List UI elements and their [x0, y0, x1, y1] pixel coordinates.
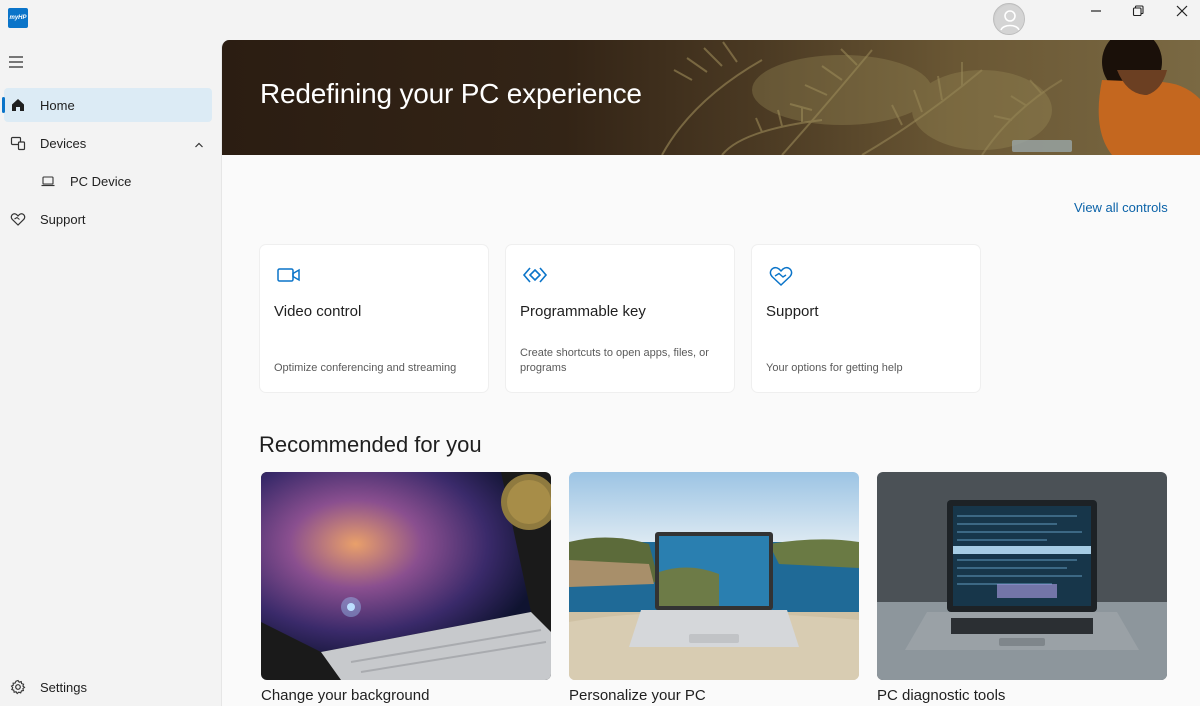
recommended-heading: Recommended for you [259, 432, 482, 457]
recommended-card-background[interactable]: Change your background [261, 472, 551, 706]
recommended-card-diagnostics[interactable]: PC diagnostic tools [877, 472, 1167, 706]
sidebar-item-devices[interactable]: Devices [4, 126, 212, 160]
close-icon [1176, 5, 1188, 17]
title-bar: myHP [0, 0, 1200, 40]
hero-title: Redefining your PC experience [260, 78, 642, 109]
card-description: Your options for getting help [766, 362, 903, 374]
devices-icon [10, 135, 26, 151]
sidebar-item-settings[interactable]: Settings [4, 670, 212, 704]
recommended-card-personalize[interactable]: Personalize your PC [569, 472, 859, 706]
app-logo: myHP [8, 8, 28, 28]
sidebar: Home Devices PC Device Support Settings [0, 40, 220, 706]
recommended-card-title: Personalize your PC [569, 687, 706, 704]
card-description: Optimize conferencing and streaming [274, 362, 457, 374]
minimize-button[interactable] [1074, 0, 1118, 22]
recommended-card-title: Change your background [261, 687, 430, 704]
sidebar-item-pc-device[interactable]: PC Device [4, 164, 212, 198]
support-card[interactable]: Support Your options for getting help [752, 245, 980, 392]
video-camera-icon [276, 265, 302, 285]
sidebar-item-support[interactable]: Support [4, 202, 212, 236]
programmable-key-card[interactable]: Programmable key Create shortcuts to ope… [506, 245, 734, 392]
coast-laptop-image [569, 472, 859, 680]
card-description: Create shortcuts to open apps, files, or… [520, 347, 709, 374]
restore-icon [1132, 5, 1144, 17]
card-title: Video control [274, 303, 362, 320]
support-heart-icon [10, 211, 26, 227]
hero-banner: Redefining your PC experience [222, 40, 1200, 155]
sidebar-item-label: Settings [40, 680, 87, 695]
app-logo-text: myHP [9, 15, 27, 21]
video-control-card[interactable]: Video control Optimize conferencing and … [260, 245, 488, 392]
sidebar-item-label: Home [40, 98, 75, 113]
chevron-up-icon[interactable] [194, 138, 204, 148]
sidebar-item-label: PC Device [70, 174, 132, 189]
restore-button[interactable] [1116, 0, 1160, 22]
home-icon [10, 97, 26, 113]
user-avatar-icon[interactable] [993, 3, 1025, 35]
laptop-icon [40, 173, 56, 189]
view-all-controls-link[interactable]: View all controls [1074, 200, 1168, 215]
card-title: Support [766, 303, 819, 320]
active-indicator [2, 97, 5, 113]
programmable-key-icon [522, 265, 548, 285]
diagnostic-laptop-image [877, 472, 1167, 680]
support-heart-icon [768, 265, 794, 287]
close-button[interactable] [1160, 0, 1200, 22]
sidebar-item-home[interactable]: Home [2, 88, 212, 122]
sidebar-item-label: Devices [40, 136, 87, 151]
recommended-card-title: PC diagnostic tools [877, 687, 1006, 704]
card-title: Programmable key [520, 303, 646, 320]
minimize-icon [1091, 10, 1101, 12]
hamburger-icon[interactable] [8, 54, 26, 70]
nebula-laptop-image [261, 472, 551, 680]
main-content: Redefining your PC experience View all c… [221, 40, 1200, 706]
sidebar-item-label: Support [40, 212, 86, 227]
gear-icon [10, 679, 26, 695]
